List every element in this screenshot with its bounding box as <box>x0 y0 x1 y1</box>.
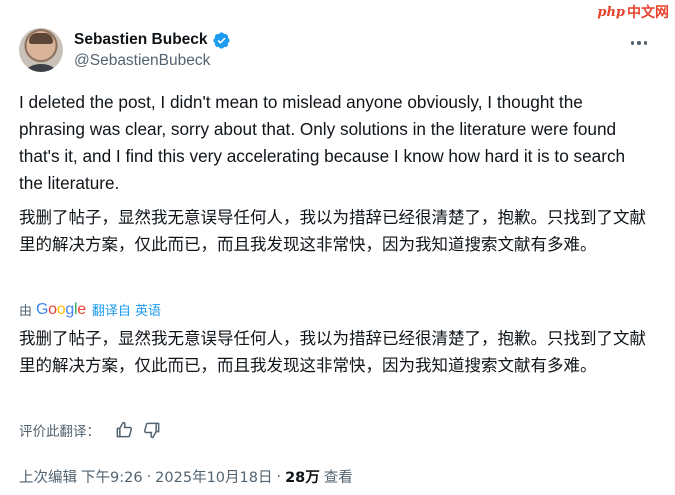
post-date[interactable]: 2025年10月18日 <box>155 466 272 487</box>
google-logo: Google <box>36 300 86 318</box>
post-text-chinese: 我删了帖子，显然我无意误导任何人，我以为措辞已经很清楚了，抱歉。只找到了文献里的… <box>19 208 646 254</box>
watermark-text: 中文网 <box>627 5 669 21</box>
post-meta: 上次编辑 下午9:26 · 2025年10月18日 · 28万 查看 <box>19 466 353 487</box>
thumbs-up-icon[interactable] <box>114 420 134 440</box>
translated-by-label: 由 <box>19 304 33 319</box>
watermark-logo: php <box>597 4 625 20</box>
rate-translation: 评价此翻译： <box>19 420 162 440</box>
translated-by: 由 Google 翻译自 英语 <box>19 300 161 320</box>
post-time[interactable]: 下午9:26 <box>81 466 143 487</box>
author-handle[interactable]: @SebastienBubeck <box>74 52 231 70</box>
views-count: 28万 <box>285 470 320 486</box>
translated-text: 我删了帖子，显然我无意误导任何人，我以为措辞已经很清楚了，抱歉。只找到了文献里的… <box>19 329 646 375</box>
display-name[interactable]: Sebastien Bubeck <box>74 31 208 49</box>
post-text-english: I deleted the post, I didn't mean to mis… <box>19 92 626 193</box>
author-names: Sebastien Bubeck @SebastienBubeck <box>74 31 231 70</box>
more-options-icon[interactable] <box>630 41 647 45</box>
translated-from-link[interactable]: 翻译自 英语 <box>92 300 161 319</box>
meta-separator: · <box>276 468 282 485</box>
post-header: Sebastien Bubeck @SebastienBubeck <box>19 27 647 73</box>
views-label: 查看 <box>323 470 353 486</box>
rate-translation-label: 评价此翻译： <box>19 424 100 440</box>
avatar[interactable] <box>19 28 63 72</box>
edited-label[interactable]: 上次编辑 <box>19 466 77 487</box>
watermark: php 中文网 <box>591 0 675 24</box>
thumbs-down-icon[interactable] <box>142 420 162 440</box>
verified-badge-icon <box>212 31 230 49</box>
meta-separator: · <box>146 468 152 485</box>
name-row: Sebastien Bubeck <box>74 31 231 50</box>
